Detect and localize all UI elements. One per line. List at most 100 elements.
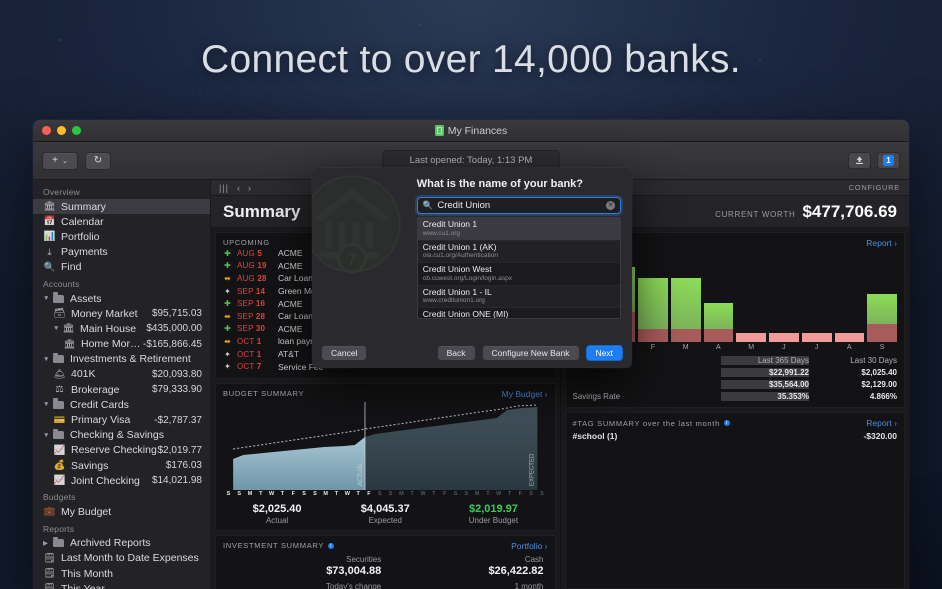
configure-new-bank-button[interactable]: Configure New Bank bbox=[482, 345, 580, 361]
one-month-label: 1 month bbox=[385, 582, 543, 589]
sidebar-item-reserve-checking[interactable]: 📈Reserve Checking$2,019.77 bbox=[33, 443, 210, 458]
bank-result-item[interactable]: Credit Union ONE (MI)www.cuone.org/ bbox=[418, 308, 620, 319]
clear-icon[interactable]: ✕ bbox=[606, 201, 615, 210]
my-budget-link[interactable]: My Budget › bbox=[502, 389, 548, 399]
card-icon: 💳 bbox=[53, 415, 66, 426]
sidebar-item-calendar[interactable]: 📅Calendar bbox=[33, 214, 210, 229]
budget-stat-label: Under Budget bbox=[439, 516, 547, 525]
tag-summary-card: #TAG SUMMARY over the last month i Repor… bbox=[565, 412, 906, 589]
info-icon[interactable]: i bbox=[724, 420, 730, 426]
brokerage-icon: ⚖ bbox=[53, 384, 66, 395]
cashflow-month-label: F bbox=[638, 344, 668, 351]
cashflow-expense-bar bbox=[769, 333, 799, 342]
bank-icon: 🏛 bbox=[63, 339, 76, 350]
refresh-button[interactable]: ↻ bbox=[85, 152, 111, 170]
bank-result-item[interactable]: Credit Union 1 - ILwww.creditunion1.org bbox=[418, 286, 620, 309]
sidebar-item-payments[interactable]: ⤓Payments bbox=[33, 245, 210, 260]
back-button[interactable]: Back bbox=[437, 345, 476, 361]
sidebar-item-credit-cards[interactable]: ▼ Credit Cards bbox=[33, 397, 210, 412]
sidebar-item-investments-retirement[interactable]: ▼Investments & Retirement bbox=[33, 352, 210, 367]
transaction-type-icon: ✚ bbox=[223, 249, 232, 258]
transaction-type-icon: ⬌ bbox=[223, 337, 232, 346]
budget-day-label: S bbox=[299, 491, 310, 499]
budget-card-header: BUDGET SUMMARY My Budget › bbox=[223, 389, 548, 399]
bank-result-item[interactable]: Credit Union 1www.cu1.org bbox=[418, 218, 620, 241]
sidebar-item-amount: $79,333.90 bbox=[152, 384, 202, 395]
bank-icon: 🏛 bbox=[62, 323, 75, 334]
sidebar-item-joint-checking[interactable]: 📈Joint Checking$14,021.98 bbox=[33, 473, 210, 488]
sidebar-item-primary-visa[interactable]: 💳Primary Visa-$2,787.37 bbox=[33, 412, 210, 427]
sidebar-item-label: Assets bbox=[70, 293, 202, 305]
budget-day-axis: SSMTWTFSSMTWTFSSMTWTFSSMTWTFSS bbox=[223, 491, 548, 499]
disclosure-triangle-icon[interactable]: ▼ bbox=[43, 432, 51, 439]
bank-result-item[interactable]: Credit Union Westob.cuwest.org/Login/log… bbox=[418, 263, 620, 286]
folder-icon bbox=[52, 293, 65, 304]
search-input[interactable] bbox=[437, 200, 602, 211]
sidebar-item-this-month[interactable]: 🗒This Month bbox=[33, 566, 210, 581]
disclosure-triangle-icon[interactable]: ▼ bbox=[43, 356, 51, 363]
cashflow-month-label: J bbox=[769, 344, 799, 351]
sidebar[interactable]: Overview🏛Summary📅Calendar📊Portfolio⤓Paym… bbox=[33, 180, 211, 589]
sidebar-item-savings[interactable]: 💰Savings$176.03 bbox=[33, 458, 210, 473]
forward-icon[interactable]: › bbox=[248, 183, 251, 193]
sidebar-item-amount: -$2,787.37 bbox=[154, 415, 202, 426]
back-icon[interactable]: ‹ bbox=[237, 183, 240, 193]
sidebar-item-checking-savings[interactable]: ▼Checking & Savings bbox=[33, 428, 210, 443]
bank-result-url: www.cu1.org bbox=[423, 230, 615, 238]
portfolio-link[interactable]: Portfolio › bbox=[511, 541, 547, 551]
upcoming-date: AUG 28 bbox=[237, 274, 273, 283]
cashflow-bar-column bbox=[671, 252, 701, 342]
transaction-type-icon: ✦ bbox=[223, 362, 232, 371]
transaction-type-icon: ✚ bbox=[223, 324, 232, 333]
cancel-button[interactable]: Cancel bbox=[321, 345, 367, 361]
budget-stat: $2,025.40Actual bbox=[223, 503, 331, 525]
sidebar-item-last-month-to-date-expenses[interactable]: 🗒Last Month to Date Expenses bbox=[33, 551, 210, 566]
info-icon[interactable]: i bbox=[328, 543, 334, 549]
budget-day-label: F bbox=[288, 491, 299, 499]
sidebar-item-summary[interactable]: 🏛Summary bbox=[33, 199, 210, 214]
sidebar-item-home-mortgage[interactable]: 🏛Home Mortgage-$165,866.45 bbox=[33, 337, 210, 352]
bank-results-list[interactable]: Credit Union 1www.cu1.orgCredit Union 1 … bbox=[417, 217, 621, 319]
sidebar-item-this-year[interactable]: 🗒This Year bbox=[33, 581, 210, 589]
sidebar-item-main-house[interactable]: ▼🏛Main House$435,000.00 bbox=[33, 321, 210, 336]
upcoming-date: SEP 30 bbox=[237, 324, 273, 333]
configure-link[interactable]: CONFIGURE bbox=[849, 183, 900, 192]
export-button[interactable] bbox=[848, 152, 871, 169]
net-worth: CURRENT WORTH $477,706.69 bbox=[715, 202, 897, 222]
sidebar-item-find[interactable]: 🔍Find bbox=[33, 260, 210, 275]
accounts-button[interactable]: 1 bbox=[877, 152, 900, 169]
budget-stat: $4,045.37Expected bbox=[331, 503, 439, 525]
upcoming-date: AUG 19 bbox=[237, 261, 273, 270]
bank-result-item[interactable]: Credit Union 1 (AK)ola.cu1.org/Authentic… bbox=[418, 241, 620, 264]
bank-result-name: Credit Union 1 - IL bbox=[423, 288, 615, 298]
cashflow-report-link[interactable]: Report › bbox=[866, 238, 897, 248]
sidebar-item-label: Portfolio bbox=[61, 231, 202, 243]
upcoming-payee: ACME bbox=[278, 248, 303, 258]
cash-value: $26,422.82 bbox=[385, 565, 543, 577]
sidebar-item-money-market[interactable]: 🗃Money Market$95,715.03 bbox=[33, 306, 210, 321]
disclosure-triangle-icon[interactable]: ▼ bbox=[43, 295, 51, 302]
tag-report-link[interactable]: Report › bbox=[866, 418, 897, 428]
page-title: Summary bbox=[223, 202, 300, 222]
sidebar-item-portfolio[interactable]: 📊Portfolio bbox=[33, 229, 210, 244]
sidebar-item-401k[interactable]: 🛎401K$20,093.80 bbox=[33, 367, 210, 382]
sidebar-item-my-budget[interactable]: 💼My Budget bbox=[33, 504, 210, 519]
sidebar-item-amount: $20,093.80 bbox=[152, 369, 202, 380]
budget-day-label: F bbox=[515, 491, 526, 499]
net-worth-label: CURRENT WORTH bbox=[715, 210, 795, 219]
disclosure-triangle-icon[interactable]: ▶ bbox=[43, 539, 51, 547]
disclosure-triangle-icon[interactable]: ▼ bbox=[43, 401, 51, 408]
sidebar-item-archived-reports[interactable]: ▶Archived Reports bbox=[33, 536, 210, 551]
sidebar-item-brokerage[interactable]: ⚖Brokerage$79,333.90 bbox=[33, 382, 210, 397]
budget-day-label: F bbox=[439, 491, 450, 499]
sidebar-section-budgets: Budgets bbox=[33, 488, 210, 504]
sidebar-item-label: Credit Cards bbox=[70, 399, 202, 411]
sidebar-toggle-icon[interactable]: ||| bbox=[219, 183, 229, 193]
next-button[interactable]: Next bbox=[586, 345, 623, 361]
sidebar-item-label: Money Market bbox=[71, 308, 152, 320]
sidebar-item-assets[interactable]: ▼ Assets bbox=[33, 291, 210, 306]
bank-search-field[interactable]: 🔍 ✕ bbox=[417, 197, 621, 214]
upcoming-payee: ACME bbox=[278, 324, 303, 334]
disclosure-triangle-icon[interactable]: ▼ bbox=[53, 325, 61, 332]
add-button[interactable]: + ⌄ bbox=[42, 152, 78, 170]
